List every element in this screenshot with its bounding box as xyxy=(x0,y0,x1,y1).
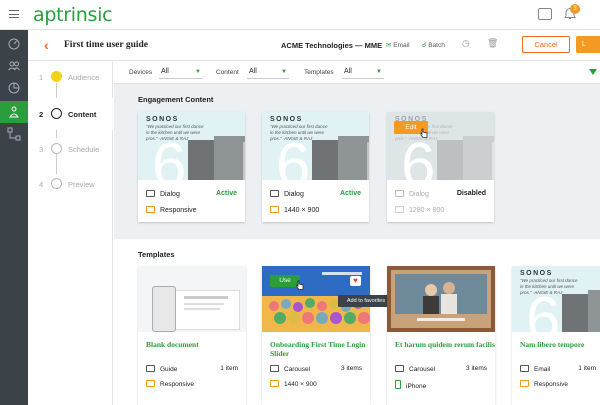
template-card[interactable]: Use Onboarding First Time Login Slider C… xyxy=(262,266,370,405)
template-meta: iPhone xyxy=(395,380,426,390)
email-icon: ✉ xyxy=(386,42,392,49)
phone-icon xyxy=(395,380,401,389)
laptop-icon xyxy=(270,206,279,213)
menu-icon[interactable] xyxy=(9,10,19,19)
step-navigator: 1 Audience 2 Content 3 Schedule 4 Previe… xyxy=(28,61,113,405)
card-thumbnail xyxy=(387,266,495,332)
dashboard-icon[interactable] xyxy=(7,37,21,51)
template-card[interactable]: Et harum quidem rerum facilis Carousel 3… xyxy=(387,266,495,405)
template-title: Et harum quidem rerum facilis xyxy=(395,340,495,349)
responsive-icon xyxy=(146,206,155,213)
page-title: First time user guide xyxy=(64,40,148,50)
card-thumbnail: 6 SONOS “We practiced our first dance in… xyxy=(262,112,369,180)
status-badge: Active xyxy=(215,190,237,197)
filter-bar: Devices All ▼ Content All ▼ Templates All ▼ xyxy=(114,61,600,84)
hand-cursor-icon xyxy=(420,128,428,138)
template-title: Onboarding First Time Login Slider xyxy=(270,340,366,358)
responsive-icon xyxy=(146,380,155,387)
step-preview[interactable]: 4 Preview xyxy=(28,168,113,200)
dialog-icon xyxy=(395,190,404,197)
step-circle-icon xyxy=(51,143,62,154)
card-type: Dialog xyxy=(395,190,429,198)
item-count: 1 item xyxy=(578,365,596,372)
status-badge: Disabled xyxy=(456,190,486,197)
card-meta: Responsive xyxy=(146,206,197,214)
warning-icon xyxy=(51,71,62,82)
chevron-down-icon: ▼ xyxy=(195,69,201,75)
template-meta: Responsive xyxy=(146,380,194,388)
chevron-down-icon: ▼ xyxy=(376,69,382,75)
template-type: Carousel xyxy=(270,365,310,373)
content-select[interactable]: All ▼ xyxy=(247,66,289,79)
engagement-icon xyxy=(9,106,19,118)
chevron-down-icon: ▼ xyxy=(281,69,287,75)
step-circle-icon xyxy=(51,108,62,119)
responsive-icon xyxy=(520,380,529,387)
card-thumbnail: 6 SONOS “We practiced our first dance in… xyxy=(138,112,245,180)
batch-icon: ☌ xyxy=(422,42,427,49)
engagement-card[interactable]: 6 SONOS “We practiced our first dance in… xyxy=(262,112,369,222)
card-type: Dialog xyxy=(270,190,304,198)
editor-header: ‹ First time user guide ACME Technologie… xyxy=(28,30,600,61)
email-icon xyxy=(520,365,529,372)
carousel-icon xyxy=(270,365,279,372)
template-type: Carousel xyxy=(395,365,435,373)
templates-select[interactable]: All ▼ xyxy=(342,66,384,79)
guide-icon xyxy=(146,365,155,372)
card-type: Dialog xyxy=(146,190,180,198)
chat-icon[interactable] xyxy=(538,8,552,20)
hand-cursor-icon xyxy=(296,280,304,290)
engagement-card[interactable]: 6 SONOS “We practiced our first dance in… xyxy=(138,112,245,222)
favorite-tooltip: Add to favorites xyxy=(338,295,394,307)
item-count: 3 items xyxy=(341,365,362,372)
top-bar: aptrinsic 3 xyxy=(0,0,600,30)
item-count: 1 item xyxy=(220,365,238,372)
left-nav xyxy=(0,30,28,405)
app-logo[interactable]: aptrinsic xyxy=(33,4,113,26)
batch-button[interactable]: ☌ Batch xyxy=(422,41,445,49)
step-audience[interactable]: 1 Audience xyxy=(28,61,113,93)
dialog-icon xyxy=(270,190,279,197)
card-meta: 1440 × 900 xyxy=(270,206,319,214)
back-arrow-icon[interactable]: ‹ xyxy=(44,37,49,53)
card-thumbnail xyxy=(138,266,246,332)
template-title: Nam libero tempore xyxy=(520,340,585,349)
notification-badge: 3 xyxy=(570,4,580,14)
template-card[interactable]: 6 SONOS “We practiced our first dance in… xyxy=(512,266,600,405)
users-icon[interactable] xyxy=(7,59,21,73)
delete-icon[interactable]: 🗑 xyxy=(487,38,498,49)
status-badge: Active xyxy=(339,190,361,197)
history-icon[interactable]: ◷ xyxy=(462,38,470,49)
launch-button[interactable]: L xyxy=(576,36,600,53)
favorite-heart-icon[interactable]: ♥ xyxy=(350,276,361,286)
step-content[interactable]: 2 Content xyxy=(28,98,113,130)
carousel-icon xyxy=(395,365,404,372)
template-type: Guide xyxy=(146,365,177,373)
laptop-icon xyxy=(270,380,279,387)
template-meta: 1440 × 900 xyxy=(270,380,317,388)
engagements-nav[interactable] xyxy=(0,101,28,123)
step-circle-icon xyxy=(51,178,62,189)
step-schedule[interactable]: 3 Schedule xyxy=(28,133,113,165)
devices-select[interactable]: All ▼ xyxy=(159,66,203,79)
template-title: Blank document xyxy=(146,340,199,349)
card-thumbnail: 6 SONOS “We practiced our first dance in… xyxy=(512,266,600,332)
org-name: ACME Technologies — MME xyxy=(281,41,383,50)
template-type: Email xyxy=(520,365,550,373)
template-card[interactable]: Blank document Guide 1 item Responsive xyxy=(138,266,246,405)
templates-heading: Templates xyxy=(138,250,175,259)
laptop-icon xyxy=(395,206,404,213)
email-button[interactable]: ✉ Email xyxy=(386,41,410,49)
journey-icon[interactable] xyxy=(7,127,21,141)
card-meta: 1280 × 800 xyxy=(395,206,444,214)
item-count: 3 items xyxy=(466,365,487,372)
cancel-button[interactable]: Cancel xyxy=(522,36,570,53)
filter-icon[interactable] xyxy=(589,69,597,75)
engagement-heading: Engagement Content xyxy=(138,95,214,104)
dialog-icon xyxy=(146,190,155,197)
template-meta: Responsive xyxy=(520,380,568,388)
analytics-icon[interactable] xyxy=(7,81,21,95)
